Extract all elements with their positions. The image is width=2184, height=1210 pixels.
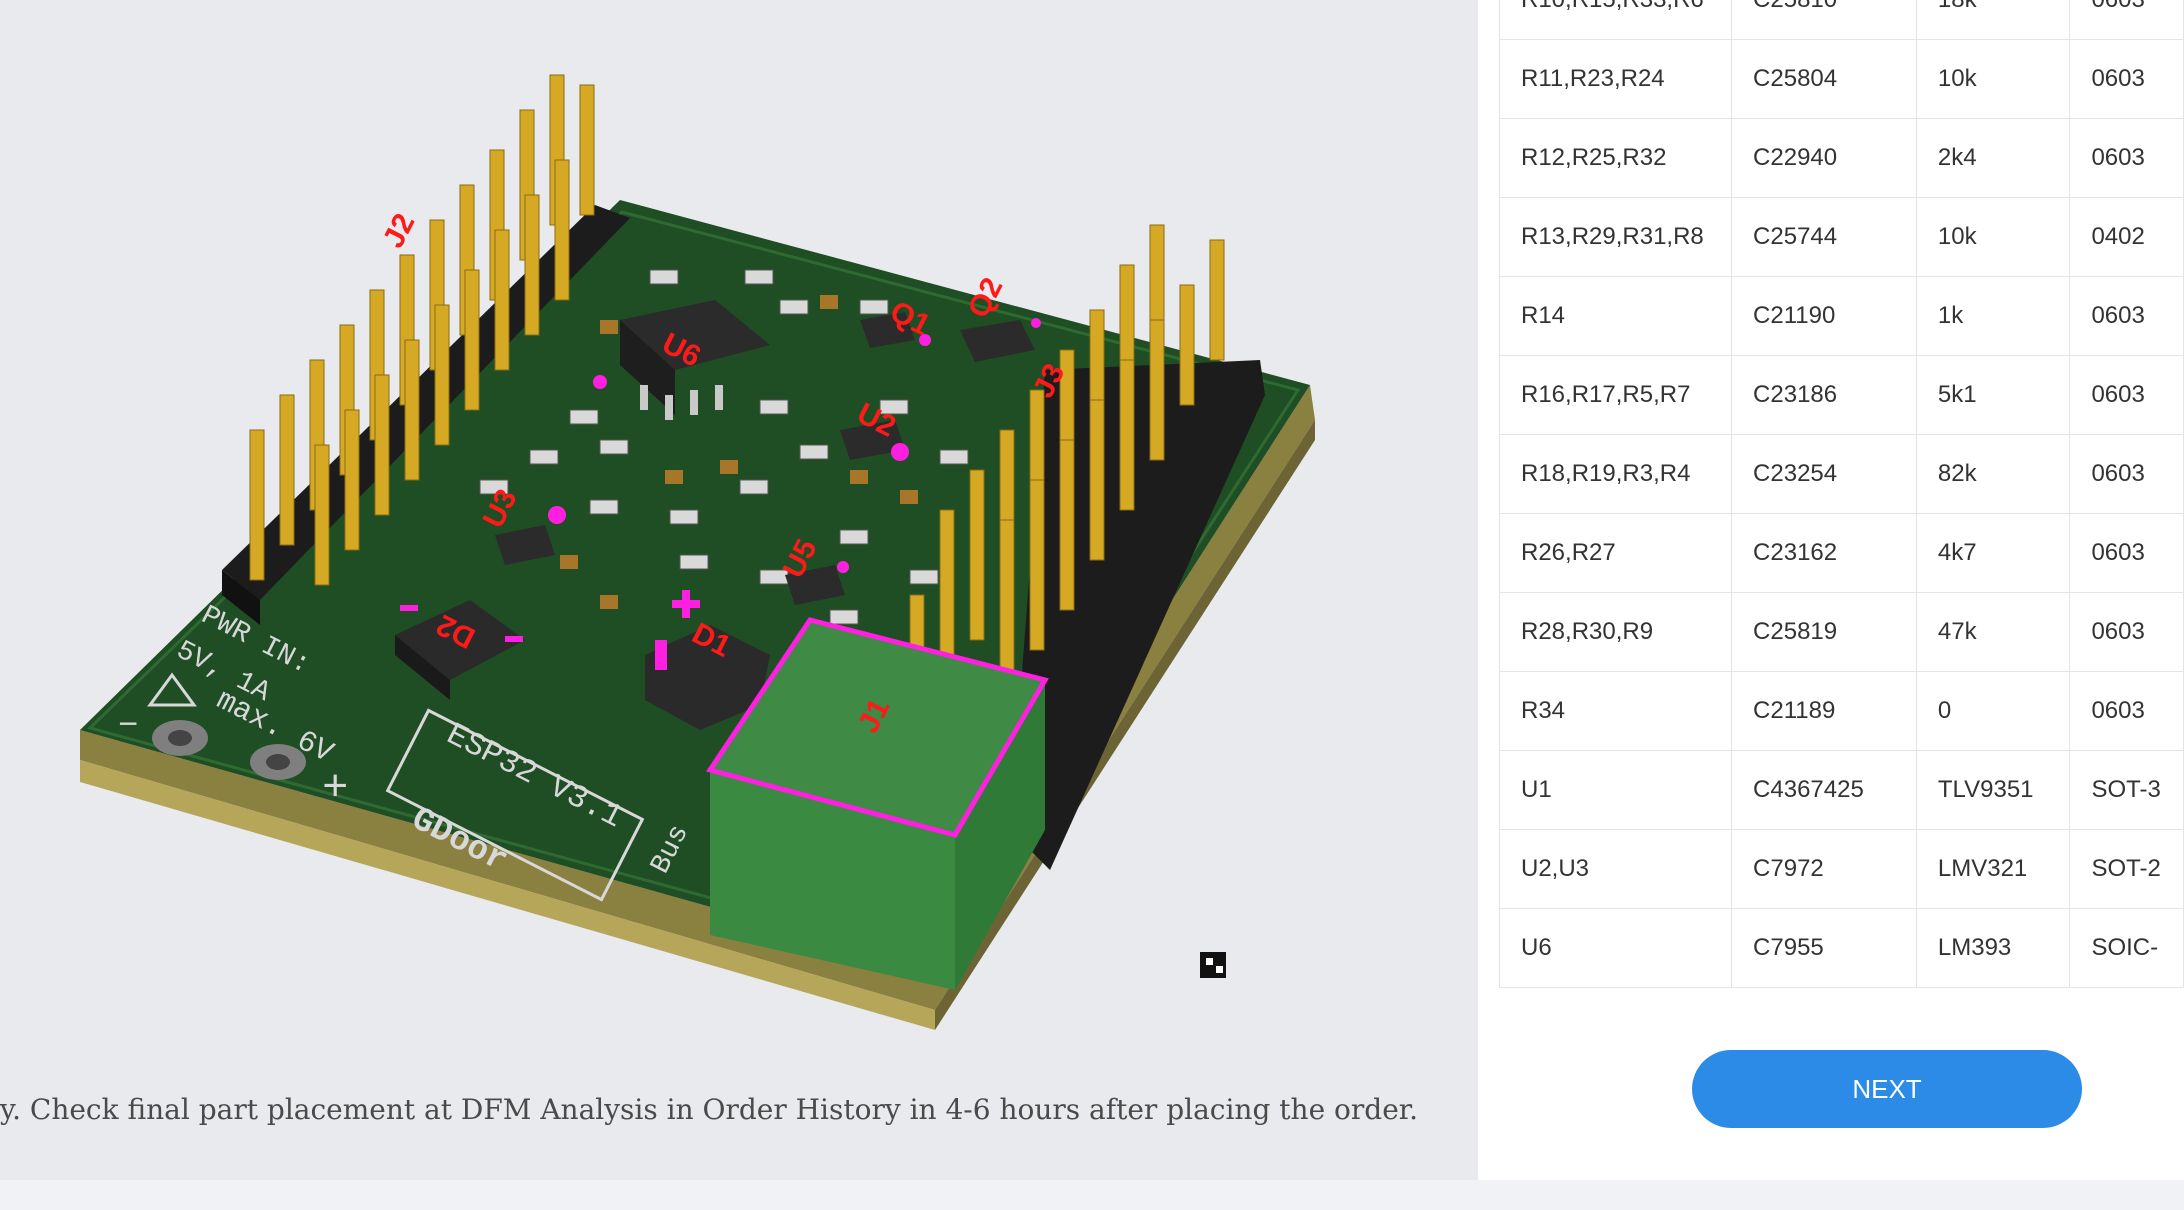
bom-cell-part-number: C23254 [1731,434,1917,514]
bom-cell-value: 2k4 [1915,118,2071,198]
bom-cell-designator: R16,R17,R5,R7 [1498,355,1733,435]
placement-disclaimer: y. Check final part placement at DFM Ana… [0,1093,1418,1126]
bom-cell-value: 47k [1915,592,2071,672]
bom-cell-part-number: C21190 [1731,276,1917,356]
bom-cell-designator: R14 [1498,276,1733,356]
bom-cell-designator: R34 [1498,671,1733,751]
bom-cell-designator: R26,R27 [1498,513,1733,593]
bom-cell-designator: R12,R25,R32 [1498,118,1733,198]
bom-cell-designator: R11,R23,R24 [1498,39,1733,119]
bom-cell-part-number: C25744 [1731,197,1917,277]
bom-cell-package: 0603 [2069,276,2184,356]
bom-cell-part-number: C7972 [1731,829,1917,909]
bom-cell-part-number: C25804 [1731,39,1917,119]
bom-cell-part-number: C7955 [1731,908,1917,988]
table-row: R13,R29,R31,R8 C25744 10k 0402 [1498,197,2184,277]
table-row: R16,R17,R5,R7 C23186 5k1 0603 [1498,355,2184,435]
bom-cell-package: 0603 [2069,671,2184,751]
table-row: R11,R23,R24 C25804 10k 0603 [1498,39,2184,119]
bom-cell-package: 0603 [2069,39,2184,119]
next-button[interactable]: NEXT [1692,1050,2082,1128]
bom-cell-package: SOT-2 [2069,829,2184,909]
bom-cell-part-number: C23186 [1731,355,1917,435]
view-orientation-cube[interactable] [1200,952,1226,978]
bom-cell-value: 82k [1915,434,2071,514]
table-row: R18,R19,R3,R4 C23254 82k 0603 [1498,434,2184,514]
bom-cell-value: 4k7 [1915,513,2071,593]
bom-cell-value: 18k [1915,0,2071,40]
table-row: U1 C4367425 TLV9351 SOT-3 [1498,750,2184,830]
bom-cell-part-number: C21189 [1731,671,1917,751]
bom-cell-package: 0603 [2069,355,2184,435]
bom-cell-value: 10k [1915,39,2071,119]
bom-cell-value: 5k1 [1915,355,2071,435]
bom-cell-package: 0402 [2069,197,2184,277]
bom-cell-value: 10k [1915,197,2071,277]
bom-cell-value: TLV9351 [1915,750,2071,830]
bom-cell-package: 0603 [2069,118,2184,198]
bom-cell-value: 0 [1915,671,2071,751]
table-row: R26,R27 C23162 4k7 0603 [1498,513,2184,593]
table-row: R34 C21189 0 0603 [1498,671,2184,751]
bom-table: R10,R15,R33,R6C2581018k0603R11,R23,R24C2… [1498,0,2184,988]
bom-cell-package: SOT-3 [2069,750,2184,830]
bom-cell-value: LMV321 [1915,829,2071,909]
table-row: U2,U3 C7972 LMV321 SOT-2 [1498,829,2184,909]
table-row: R28,R30,R9 C25819 47k 0603 [1498,592,2184,672]
bom-cell-designator: R13,R29,R31,R8 [1498,197,1733,277]
table-row: R10,R15,R33,R6C2581018k0603 [1498,0,2184,40]
table-row: R12,R25,R32 C22940 2k4 0603 [1498,118,2184,198]
silkscreen-plus: + [322,764,348,814]
bom-panel: R10,R15,R33,R6C2581018k0603R11,R23,R24C2… [1478,0,2184,1180]
bom-cell-package: 0603 [2069,592,2184,672]
bom-cell-value: 1k [1915,276,2071,356]
bom-cell-package: 0603 [2069,513,2184,593]
bom-cell-designator: R28,R30,R9 [1498,592,1733,672]
bom-cell-package: SOIC- [2069,908,2184,988]
page-footer [0,1180,2184,1210]
bom-cell-part-number: C25810 [1731,0,1917,40]
table-row: U6 C7955 LM393 SOIC- [1498,908,2184,988]
bom-cell-part-number: C4367425 [1731,750,1917,830]
silkscreen-minus: − [118,708,138,746]
bom-cell-part-number: C25819 [1731,592,1917,672]
header-j3-housing [1010,360,1265,870]
bom-cell-package: 0603 [2069,0,2184,40]
ref-j2: J2 [377,208,422,253]
bom-cell-designator: U2,U3 [1498,829,1733,909]
bom-cell-designator: R18,R19,R3,R4 [1498,434,1733,514]
pcb-3d-viewer[interactable]: PWR IN: 5V, 1A max. 6V ESP32 V3.1 GDoor … [0,0,1478,1180]
bom-cell-value: LM393 [1915,908,2071,988]
bom-cell-designator: U1 [1498,750,1733,830]
table-row: R14 C21190 1k 0603 [1498,276,2184,356]
bom-cell-package: 0603 [2069,434,2184,514]
bom-cell-designator: U6 [1498,908,1733,988]
bom-cell-designator: R10,R15,R33,R6 [1498,0,1733,40]
bom-cell-part-number: C22940 [1731,118,1917,198]
bom-cell-part-number: C23162 [1731,513,1917,593]
pcb-3d-render[interactable]: PWR IN: 5V, 1A max. 6V ESP32 V3.1 GDoor … [0,0,1478,1080]
